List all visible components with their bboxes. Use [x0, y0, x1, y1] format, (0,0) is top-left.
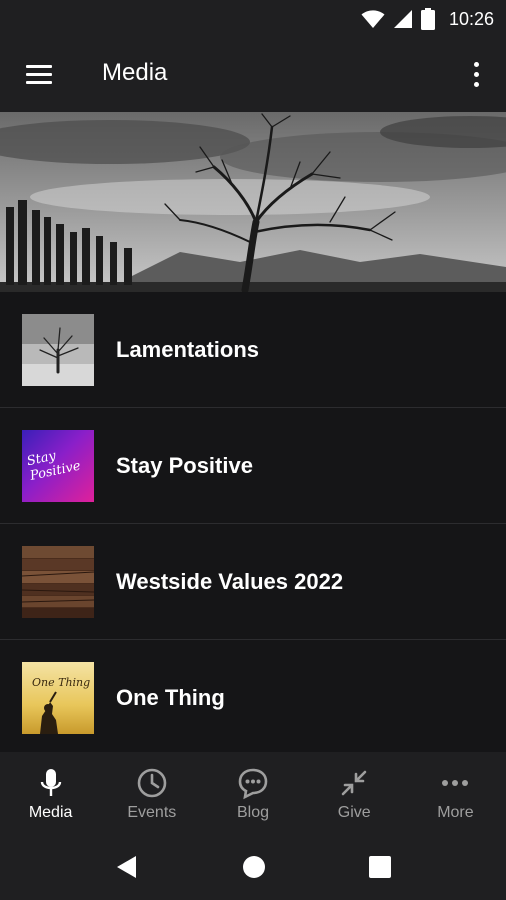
list-item-title: One Thing: [116, 684, 225, 710]
nav-label: Media: [28, 804, 73, 821]
app-bar: Media: [0, 38, 506, 112]
more-vert-icon[interactable]: [464, 58, 488, 92]
clock-icon: [137, 768, 167, 798]
hamburger-menu-icon[interactable]: [22, 62, 56, 88]
microphone-icon: [40, 769, 61, 796]
thumbnail-lamentations: [22, 314, 94, 386]
more-horiz-icon: [442, 780, 469, 786]
thumbnail-wood-planks: [22, 546, 94, 618]
back-icon[interactable]: [112, 852, 142, 882]
thumbnail-stay-positive: Stay Positive: [22, 430, 94, 502]
compress-arrows-icon: [341, 770, 367, 796]
thumbnail-caption: Stay Positive: [25, 448, 82, 484]
nav-item-more[interactable]: More: [405, 752, 506, 832]
chat-bubble-icon: [238, 768, 268, 800]
bottom-navigation: Media Events Blog Give More: [0, 752, 506, 832]
thumbnail-one-thing: One Thing: [22, 662, 94, 734]
nav-item-blog[interactable]: Blog: [202, 752, 303, 832]
nav-label: Blog: [236, 804, 270, 821]
system-navigation-bar: [0, 832, 506, 900]
nav-label: Give: [337, 804, 371, 821]
nav-label: Events: [127, 804, 177, 821]
recents-icon[interactable]: [365, 852, 395, 882]
status-bar: 10:26: [0, 0, 506, 38]
cell-signal-icon: [393, 10, 412, 28]
nav-item-events[interactable]: Events: [101, 752, 202, 832]
home-icon[interactable]: [239, 852, 269, 882]
status-time: 10:26: [448, 8, 494, 29]
list-item-title: Lamentations: [116, 336, 260, 362]
list-item[interactable]: Lamentations: [0, 292, 506, 408]
list-item[interactable]: One Thing One Thing: [0, 640, 506, 756]
nav-item-media[interactable]: Media: [0, 752, 101, 832]
battery-icon: [420, 8, 435, 30]
page-title: Media: [102, 59, 168, 86]
nav-label: More: [437, 804, 474, 821]
hero-banner-image: [0, 112, 506, 292]
wifi-icon: [361, 10, 385, 28]
list-item[interactable]: Stay Positive Stay Positive: [0, 408, 506, 524]
status-icons: 10:26: [361, 6, 494, 32]
list-item[interactable]: Westside Values 2022: [0, 524, 506, 640]
media-list: Lamentations Stay Positive Stay Positive…: [0, 292, 506, 756]
nav-item-give[interactable]: Give: [304, 752, 405, 832]
list-item-title: Westside Values 2022: [116, 568, 344, 594]
list-item-title: Stay Positive: [116, 452, 253, 478]
